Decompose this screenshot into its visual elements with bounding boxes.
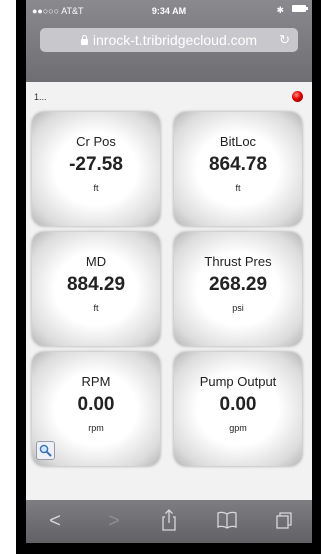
tile-unit: rpm [88, 423, 104, 433]
browser-toolbar: < > [26, 500, 312, 543]
tile-md[interactable]: MD 884.29 ft [32, 232, 160, 346]
black-frame: ●●○○○ AT&T 9:34 AM ✱ inrock-t.tribridgec… [16, 0, 321, 554]
tile-unit: ft [93, 303, 99, 313]
battery-icon [292, 5, 308, 12]
status-indicator-dot [292, 91, 303, 102]
tile-label: Pump Output [199, 374, 277, 389]
phone-screen: ●●○○○ AT&T 9:34 AM ✱ inrock-t.tribridgec… [26, 0, 312, 543]
tile-label: RPM [81, 374, 111, 389]
address-bar[interactable]: inrock-t.tribridgecloud.com ↻ [40, 28, 298, 52]
tile-unit: ft [93, 183, 99, 193]
magnifier-icon [39, 444, 52, 457]
tabs-icon[interactable] [269, 508, 299, 532]
forward-button[interactable]: > [99, 508, 129, 534]
tile-unit: gpm [229, 423, 247, 433]
page-label: 1... [34, 92, 47, 102]
reload-icon[interactable]: ↻ [279, 28, 290, 52]
tile-bitloc[interactable]: BitLoc 864.78 ft [174, 112, 302, 226]
tile-label: Cr Pos [76, 134, 116, 149]
share-icon[interactable] [154, 508, 184, 532]
lock-icon [80, 35, 88, 45]
tile-value: 884.29 [66, 274, 126, 295]
tile-value: 268.29 [208, 274, 268, 295]
tile-value: 0.00 [77, 394, 115, 415]
tile-cr-pos[interactable]: Cr Pos -27.58 ft [32, 112, 160, 226]
bookmarks-icon[interactable] [212, 508, 242, 532]
tile-value: 864.78 [208, 154, 268, 175]
status-bar: ●●○○○ AT&T 9:34 AM ✱ [32, 4, 308, 18]
browser-chrome: ●●○○○ AT&T 9:34 AM ✱ inrock-t.tribridgec… [26, 0, 312, 82]
url-text: inrock-t.tribridgecloud.com [92, 32, 258, 48]
tile-unit: ft [235, 183, 241, 193]
tile-thrust-pres[interactable]: Thrust Pres 268.29 psi [174, 232, 302, 346]
tile-rpm[interactable]: RPM 0.00 rpm [32, 352, 160, 466]
tile-label: MD [85, 254, 107, 269]
tile-value: 0.00 [219, 394, 257, 415]
web-content: 1... Cr Pos -27.58 ft BitLoc 864.78 ft M… [26, 82, 312, 500]
back-button[interactable]: < [40, 508, 70, 534]
tile-pump-output[interactable]: Pump Output 0.00 gpm [174, 352, 302, 466]
bluetooth-icon: ✱ [276, 5, 284, 15]
tile-label: Thrust Pres [204, 254, 272, 269]
tile-value: -27.58 [69, 154, 123, 175]
zoom-button[interactable] [36, 441, 55, 460]
tile-unit: psi [232, 303, 244, 313]
tile-label: BitLoc [219, 134, 257, 149]
status-time: 9:34 AM [151, 6, 187, 16]
